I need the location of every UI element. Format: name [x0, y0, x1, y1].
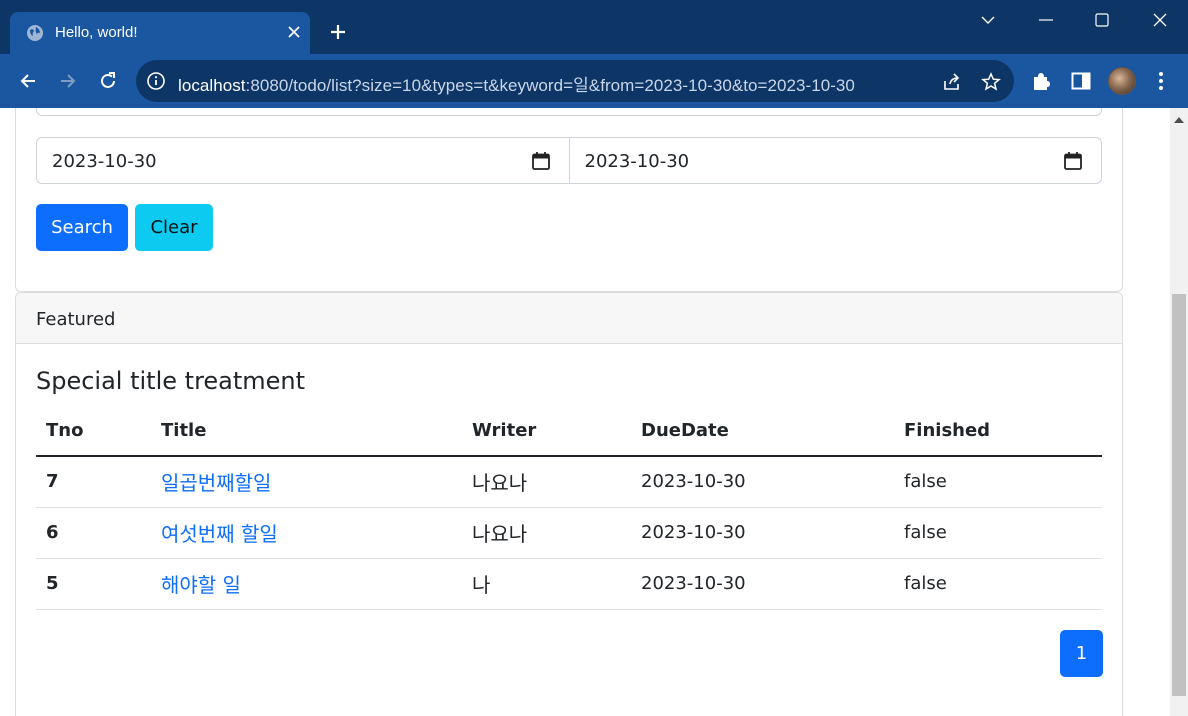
cell-tno: 6: [36, 507, 151, 559]
todo-title-link[interactable]: 일곱번째할일: [161, 471, 271, 495]
cell-title: 일곱번째할일: [151, 456, 462, 508]
cell-writer: 나요나: [462, 507, 631, 559]
column-header-title: Title: [151, 405, 462, 457]
vertical-scrollbar[interactable]: [1170, 108, 1188, 716]
column-header-finished: Finished: [894, 405, 1102, 457]
todo-title-link[interactable]: 해야할 일: [161, 573, 241, 597]
tab-title: Hello, world!: [55, 24, 138, 41]
card-header-text: Featured: [36, 309, 116, 330]
page-viewport: 2023-10-30 2023-10-30 Search Clear Featu…: [0, 108, 1170, 716]
keyword-input-edge[interactable]: [36, 108, 1102, 116]
url-text: localhost:8080/todo/list?size=10&types=t…: [178, 76, 855, 95]
table-row: 5 해야할 일 나 2023-10-30 false: [36, 558, 1102, 610]
date-range-group: 2023-10-30 2023-10-30: [36, 137, 1102, 184]
cell-writer: 나: [462, 558, 631, 610]
tab-search-icon[interactable]: [968, 4, 1008, 36]
cell-title: 해야할 일: [151, 558, 462, 610]
pagination-page-button[interactable]: 1: [1060, 630, 1103, 677]
tab-close-icon[interactable]: [282, 20, 306, 44]
search-card: [15, 108, 1123, 292]
todo-list-card: Featured Special title treatment Tno Tit…: [15, 292, 1123, 716]
scrollbar-thumb[interactable]: [1172, 294, 1186, 696]
address-bar[interactable]: localhost:8080/todo/list?size=10&types=t…: [136, 60, 1014, 102]
cell-tno: 7: [36, 456, 151, 508]
table-row: 6 여섯번째 할일 나요나 2023-10-30 false: [36, 507, 1102, 559]
browser-toolbar: localhost:8080/todo/list?size=10&types=t…: [0, 54, 1188, 108]
cell-writer: 나요나: [462, 456, 631, 508]
maximize-icon[interactable]: [1082, 4, 1122, 36]
scroll-up-arrow-icon[interactable]: [1170, 112, 1188, 128]
minimize-icon[interactable]: [1026, 4, 1066, 36]
table-row: 7 일곱번째할일 나요나 2023-10-30 false: [36, 456, 1102, 508]
profile-avatar[interactable]: [1108, 67, 1136, 95]
globe-icon: [27, 25, 43, 41]
calendar-icon[interactable]: [1063, 151, 1083, 171]
forward-arrow-icon[interactable]: [52, 65, 84, 97]
cell-duedate: 2023-10-30: [631, 507, 894, 559]
card-title: Special title treatment: [36, 367, 306, 395]
kebab-menu-icon[interactable]: [1148, 68, 1174, 94]
todo-title-link[interactable]: 여섯번째 할일: [161, 522, 278, 546]
cell-tno: 5: [36, 558, 151, 610]
site-info-icon[interactable]: [146, 71, 166, 91]
cell-title: 여섯번째 할일: [151, 507, 462, 559]
extensions-puzzle-icon[interactable]: [1028, 68, 1054, 94]
bookmark-star-icon[interactable]: [979, 70, 1003, 94]
close-window-icon[interactable]: [1140, 4, 1180, 36]
new-tab-button[interactable]: [324, 18, 352, 46]
from-date-input[interactable]: 2023-10-30: [37, 138, 569, 183]
column-header-tno: Tno: [36, 405, 151, 457]
reload-icon[interactable]: [92, 65, 124, 97]
todo-table: Tno Title Writer DueDate Finished 7 일곱번째…: [36, 405, 1102, 610]
from-date-value: 2023-10-30: [52, 151, 157, 172]
cell-finished: false: [894, 558, 1102, 610]
search-button[interactable]: Search: [36, 204, 128, 251]
cell-finished: false: [894, 507, 1102, 559]
card-header: Featured: [16, 293, 1122, 344]
cell-duedate: 2023-10-30: [631, 456, 894, 508]
share-icon[interactable]: [940, 70, 964, 94]
browser-titlebar: Hello, world!: [0, 0, 1188, 54]
side-panel-icon[interactable]: [1068, 68, 1094, 94]
to-date-input[interactable]: 2023-10-30: [568, 138, 1102, 183]
clear-button[interactable]: Clear: [135, 204, 213, 251]
cell-duedate: 2023-10-30: [631, 558, 894, 610]
browser-tab[interactable]: Hello, world!: [10, 12, 310, 54]
calendar-icon[interactable]: [531, 151, 551, 171]
column-header-writer: Writer: [462, 405, 631, 457]
table-header-row: Tno Title Writer DueDate Finished: [36, 405, 1102, 457]
back-arrow-icon[interactable]: [12, 65, 44, 97]
to-date-value: 2023-10-30: [584, 151, 690, 172]
cell-finished: false: [894, 456, 1102, 508]
column-header-duedate: DueDate: [631, 405, 894, 457]
